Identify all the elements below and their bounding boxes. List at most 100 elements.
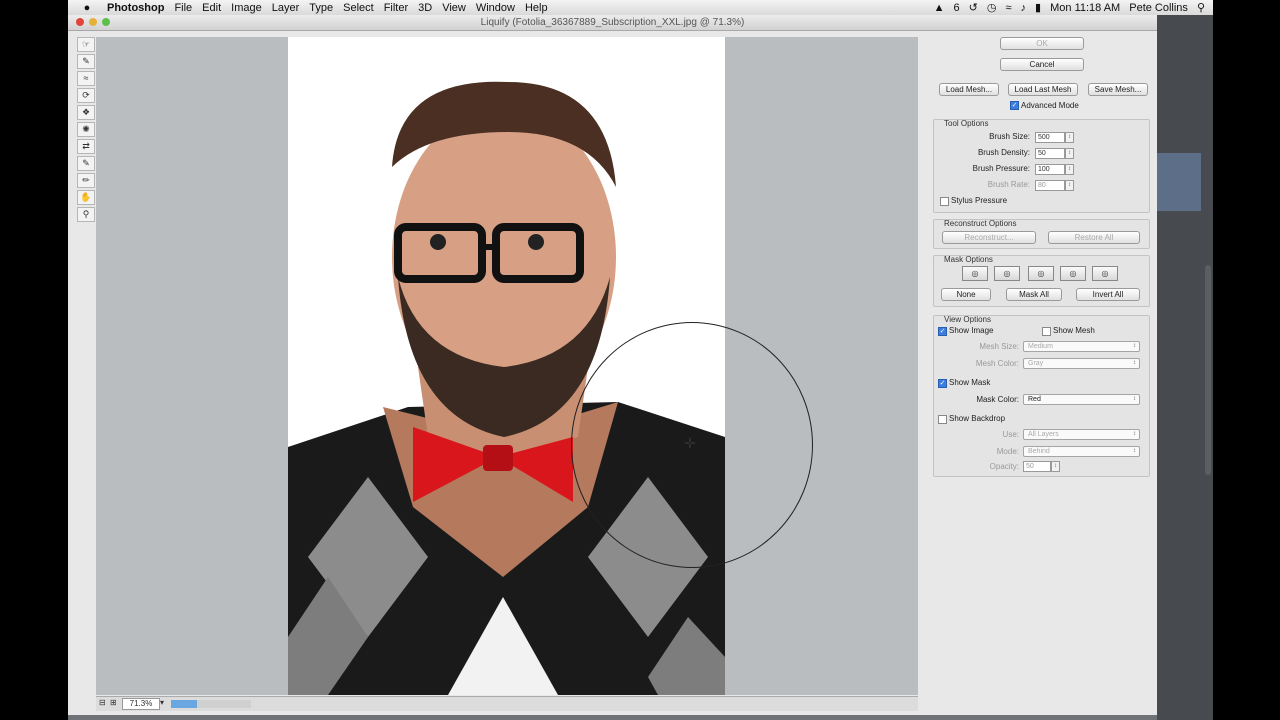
load-mesh-button[interactable]: Load Mesh... <box>939 83 999 96</box>
tool-options-title: Tool Options <box>944 119 989 128</box>
mask-color-select[interactable]: Red ↕ <box>1023 394 1140 405</box>
wifi-icon[interactable]: ≈ <box>1006 2 1012 14</box>
pucker-icon[interactable]: ❖ <box>77 105 95 120</box>
show-image-label: Show Image <box>949 326 994 335</box>
mesh-color-select[interactable]: Gray ↕ <box>1023 358 1140 369</box>
menu-file[interactable]: File <box>169 2 197 14</box>
chevron-updown-icon: ↕ <box>1133 396 1136 402</box>
clock[interactable]: Mon 11:18 AM <box>1050 2 1120 14</box>
zoom-out-icon[interactable]: ⊟ <box>99 698 106 707</box>
brush-density-stepper[interactable]: ↕ <box>1065 148 1074 159</box>
show-image-checkbox[interactable]: ✓ <box>938 327 947 336</box>
menu-help[interactable]: Help <box>520 2 553 14</box>
options-panel: OK Cancel Load Mesh... Load Last Mesh Sa… <box>930 37 1152 709</box>
menu-view[interactable]: View <box>437 2 471 14</box>
mesh-size-select[interactable]: Medium ↕ <box>1023 341 1140 352</box>
invert-all-button[interactable]: Invert All <box>1076 288 1140 301</box>
stylus-pressure-checkbox[interactable] <box>940 197 949 206</box>
spotlight-icon[interactable]: ⚲ <box>1197 1 1205 14</box>
mask-subtract-icon[interactable]: ◎ <box>1028 266 1054 281</box>
clock-icon[interactable]: ◷ <box>987 1 997 14</box>
sync-icon[interactable]: ↺ <box>969 1 978 14</box>
forward-warp-icon[interactable]: ☞ <box>77 37 95 52</box>
status-bar: ⊟ ⊞ 71.3% ▾ <box>96 696 918 711</box>
preview-canvas[interactable]: ✛ <box>96 37 918 695</box>
mode-select[interactable]: Behind ↕ <box>1023 446 1140 457</box>
photoshop-panels-background <box>1157 15 1213 720</box>
menu-bar: ● Photoshop File Edit Image Layer Type S… <box>68 0 1213 16</box>
save-mesh-button[interactable]: Save Mesh... <box>1088 83 1148 96</box>
zoom-in-icon[interactable]: ⊞ <box>110 698 117 707</box>
use-label: Use: <box>1002 430 1019 439</box>
thaw-mask-icon[interactable]: ✏ <box>77 173 95 188</box>
tool-options-group: Tool Options Brush Size: 500 ↕ Brush Den… <box>933 119 1150 213</box>
menu-layer[interactable]: Layer <box>267 2 305 14</box>
mask-replace-icon[interactable]: ◎ <box>962 266 988 281</box>
zoom-tool-icon[interactable]: ⚲ <box>77 207 95 222</box>
adobe-icon[interactable]: ▲ <box>934 2 945 14</box>
advanced-mode-checkbox[interactable]: ✓ <box>1010 101 1019 110</box>
mask-intersect-icon[interactable]: ◎ <box>1060 266 1086 281</box>
use-select[interactable]: All Layers ↕ <box>1023 429 1140 440</box>
scrollbar[interactable] <box>1205 265 1211 475</box>
freeze-mask-icon[interactable]: ✎ <box>77 156 95 171</box>
mask-none-button[interactable]: None <box>941 288 991 301</box>
reconstruct-options-title: Reconstruct Options <box>944 219 1017 228</box>
zoom-field[interactable]: 71.3% <box>122 698 160 710</box>
reconstruct-button[interactable]: Reconstruct... <box>942 231 1036 244</box>
cancel-button[interactable]: Cancel <box>1000 58 1084 71</box>
apple-icon[interactable]: ● <box>80 2 94 14</box>
brush-size-label: Brush Size: <box>989 132 1030 141</box>
opacity-stepper[interactable]: ↕ <box>1051 461 1060 472</box>
menu-3d[interactable]: 3D <box>413 2 437 14</box>
minimize-icon[interactable] <box>89 18 97 26</box>
brush-density-field[interactable]: 50 <box>1035 148 1065 159</box>
menu-edit[interactable]: Edit <box>197 2 226 14</box>
brush-rate-field[interactable]: 80 <box>1035 180 1065 191</box>
zoom-dropdown-icon[interactable]: ▾ <box>160 698 164 707</box>
twirl-icon[interactable]: ⟳ <box>77 88 95 103</box>
brush-size-field[interactable]: 500 <box>1035 132 1065 143</box>
show-backdrop-checkbox[interactable] <box>938 415 947 424</box>
menu-image[interactable]: Image <box>226 2 267 14</box>
brush-pressure-stepper[interactable]: ↕ <box>1065 164 1074 175</box>
bloat-icon[interactable]: ✺ <box>77 122 95 137</box>
liquify-dialog: Liquify (Fotolia_36367889_Subscription_X… <box>68 15 1158 715</box>
brush-size-stepper[interactable]: ↕ <box>1065 132 1074 143</box>
dialog-titlebar: Liquify (Fotolia_36367889_Subscription_X… <box>68 15 1157 31</box>
show-mask-label: Show Mask <box>949 378 991 387</box>
menu-select[interactable]: Select <box>338 2 379 14</box>
mask-color-label: Mask Color: <box>976 395 1019 404</box>
zoom-icon[interactable] <box>102 18 110 26</box>
show-mask-checkbox[interactable]: ✓ <box>938 379 947 388</box>
load-last-mesh-button[interactable]: Load Last Mesh <box>1008 83 1078 96</box>
show-mesh-checkbox[interactable] <box>1042 327 1051 336</box>
layer-thumbnail <box>1157 153 1201 211</box>
menu-filter[interactable]: Filter <box>379 2 413 14</box>
volume-icon[interactable]: ♪ <box>1021 2 1027 14</box>
menu-extras: ▲ 6 ↺ ◷ ≈ ♪ ▮ Mon 11:18 AM Pete Collins … <box>934 1 1213 15</box>
hand-icon[interactable]: ✋ <box>77 190 95 205</box>
menu-type[interactable]: Type <box>304 2 338 14</box>
user-name[interactable]: Pete Collins <box>1129 2 1188 14</box>
mask-add-icon[interactable]: ◎ <box>994 266 1020 281</box>
mesh-size-value: Medium <box>1028 343 1053 350</box>
reconstruct-icon[interactable]: ✎ <box>77 54 95 69</box>
menu-window[interactable]: Window <box>471 2 520 14</box>
ok-button[interactable]: OK <box>1000 37 1084 50</box>
brush-pressure-label: Brush Pressure: <box>972 164 1030 173</box>
menu-app[interactable]: Photoshop <box>102 2 169 14</box>
smooth-icon[interactable]: ≈ <box>77 71 95 86</box>
mask-invert-icon[interactable]: ◎ <box>1092 266 1118 281</box>
battery-icon[interactable]: ▮ <box>1035 1 1041 14</box>
brush-rate-stepper[interactable]: ↕ <box>1065 180 1074 191</box>
restore-all-button[interactable]: Restore All <box>1048 231 1140 244</box>
chevron-updown-icon: ↕ <box>1133 431 1136 437</box>
mask-all-button[interactable]: Mask All <box>1006 288 1062 301</box>
opacity-field[interactable]: 50 <box>1023 461 1051 472</box>
push-left-icon[interactable]: ⇄ <box>77 139 95 154</box>
brush-pressure-field[interactable]: 100 <box>1035 164 1065 175</box>
chevron-updown-icon: ↕ <box>1133 448 1136 454</box>
close-icon[interactable] <box>76 18 84 26</box>
brush-rate-label: Brush Rate: <box>987 180 1030 189</box>
